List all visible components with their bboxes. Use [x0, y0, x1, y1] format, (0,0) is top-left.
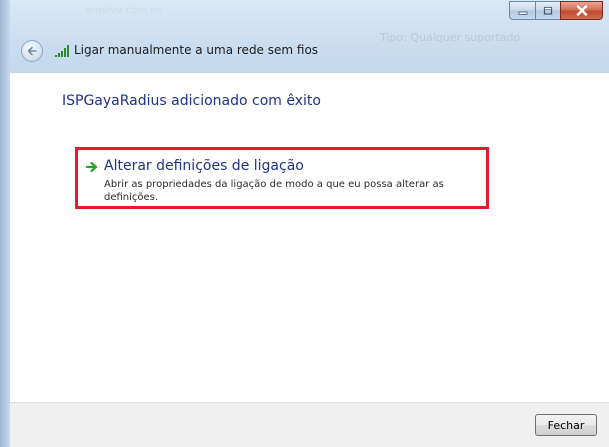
- maximize-icon: [543, 6, 553, 15]
- background-title-left: arquivo com os: [85, 5, 162, 16]
- option-title[interactable]: Alterar definições de ligação: [104, 158, 304, 174]
- close-window-button[interactable]: [560, 1, 603, 20]
- maximize-button[interactable]: [535, 1, 560, 20]
- close-button[interactable]: Fechar: [535, 414, 597, 436]
- green-arrow-icon: [86, 161, 98, 173]
- background-title: Tipo: Qualquer suportado: [380, 31, 521, 44]
- page-heading: ISPGayaRadius adicionado com êxito: [62, 93, 321, 109]
- back-button[interactable]: [21, 40, 43, 62]
- wireless-signal-icon: [55, 45, 69, 57]
- minimize-icon: [518, 11, 527, 15]
- content-panel: ISPGayaRadius adicionado com êxito Alter…: [10, 72, 609, 403]
- dialog-window: arquivo com os Tipo: Qualquer suportado …: [0, 0, 609, 447]
- close-x-icon: [576, 5, 587, 16]
- caption-buttons: [509, 1, 603, 21]
- dialog-footer: Fechar: [10, 402, 609, 447]
- back-arrow-icon: [27, 46, 37, 56]
- window-frame-left: [0, 0, 10, 447]
- window-title: Ligar manualmente a uma rede sem fios: [74, 43, 319, 57]
- minimize-button[interactable]: [509, 1, 535, 20]
- option-description: Abrir as propriedades da ligação de modo…: [104, 179, 444, 203]
